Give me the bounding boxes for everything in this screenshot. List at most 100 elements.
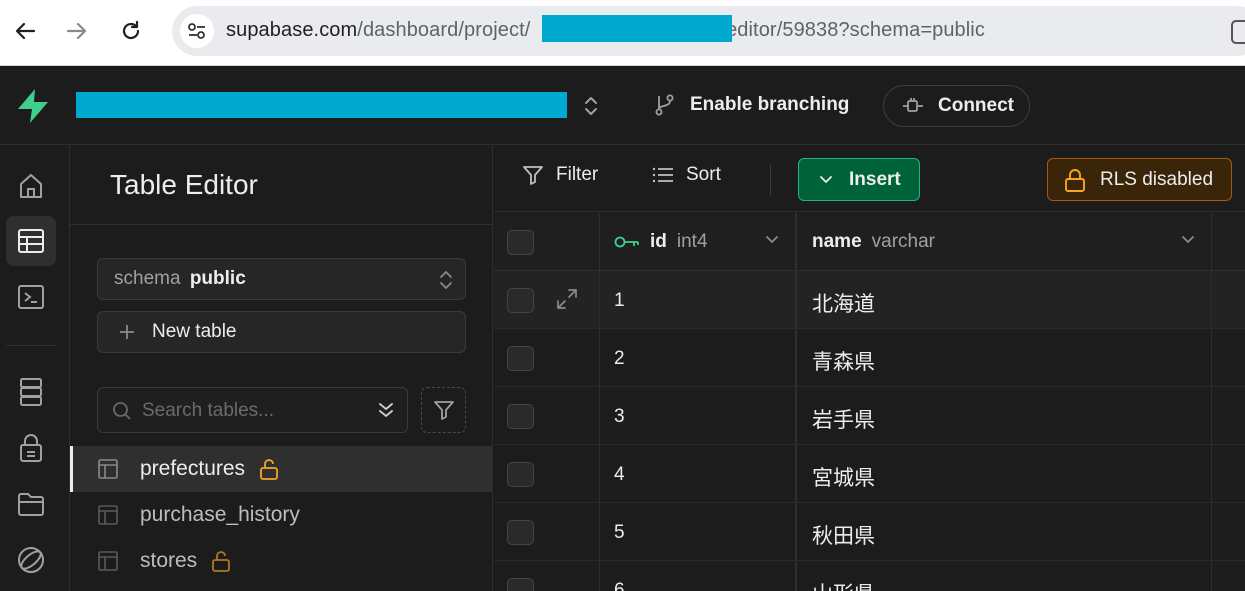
row-checkbox[interactable] bbox=[507, 578, 534, 591]
git-branch-icon bbox=[655, 94, 674, 116]
filter-icon bbox=[433, 401, 454, 420]
chevron-down-icon[interactable] bbox=[765, 235, 779, 245]
table-row[interactable]: 1 北海道 bbox=[494, 271, 1245, 329]
rail-realtime[interactable] bbox=[6, 535, 56, 585]
list-icon bbox=[652, 167, 673, 183]
column-header-name[interactable]: name varchar bbox=[798, 213, 1212, 270]
unlock-icon bbox=[212, 551, 231, 572]
column-type: varchar bbox=[871, 231, 935, 252]
chevrons-down-icon[interactable] bbox=[377, 400, 395, 420]
sidebar-item-purchase-history[interactable]: purchase_history bbox=[70, 492, 492, 538]
sort-button[interactable]: Sort bbox=[652, 164, 721, 186]
url-path-suffix: /editor/59838?schema=public bbox=[720, 19, 985, 41]
grid-toolbar: Filter Sort Insert RLS disabled bbox=[494, 146, 1245, 212]
home-icon bbox=[20, 174, 42, 198]
cell-id[interactable]: 6 bbox=[600, 561, 797, 591]
row-checkbox[interactable] bbox=[507, 404, 534, 429]
browser-toolbar: supabase.com/dashboard/project/ /editor/5… bbox=[0, 0, 1245, 66]
schema-value: public bbox=[189, 268, 246, 289]
table-row[interactable]: 2 青森県 bbox=[494, 329, 1245, 387]
table-search-box[interactable] bbox=[97, 387, 408, 433]
cell-id[interactable]: 1 bbox=[600, 271, 797, 328]
cell-name[interactable]: 秋田県 bbox=[798, 503, 1212, 560]
terminal-icon bbox=[18, 285, 44, 309]
plug-icon bbox=[903, 98, 923, 112]
row-checkbox[interactable] bbox=[507, 462, 534, 487]
select-all-checkbox[interactable] bbox=[507, 230, 534, 255]
table-row[interactable]: 3 岩手県 bbox=[494, 387, 1245, 445]
table-icon bbox=[98, 459, 118, 479]
chevron-down-icon[interactable] bbox=[1181, 235, 1195, 245]
insert-button[interactable]: Insert bbox=[798, 158, 920, 201]
schema-selector[interactable]: schema public bbox=[97, 258, 466, 300]
table-icon bbox=[98, 505, 118, 525]
cell-id[interactable]: 4 bbox=[600, 445, 797, 502]
realtime-icon bbox=[18, 547, 44, 573]
table-icon bbox=[98, 551, 118, 571]
sidebar-divider bbox=[70, 224, 493, 225]
reload-icon[interactable] bbox=[114, 14, 148, 48]
data-grid: id int4 name varchar 1 北海道 2 青森県 3 岩手県 4… bbox=[494, 213, 1245, 591]
table-row[interactable]: 6 山形県 bbox=[494, 561, 1245, 591]
chevron-updown-icon bbox=[439, 270, 453, 296]
rail-sql-editor[interactable] bbox=[6, 272, 56, 322]
column-name: name bbox=[812, 231, 862, 252]
cell-name[interactable]: 北海道 bbox=[798, 271, 1212, 328]
forward-icon[interactable] bbox=[60, 14, 94, 48]
rail-database[interactable] bbox=[6, 367, 56, 417]
table-filter-button[interactable] bbox=[421, 387, 466, 433]
row-checkbox[interactable] bbox=[507, 288, 534, 313]
new-table-label: New table bbox=[152, 321, 237, 342]
url-path-prefix: /dashboard/project/ bbox=[357, 19, 531, 41]
rail-home[interactable] bbox=[6, 161, 56, 211]
rls-disabled-button[interactable]: RLS disabled bbox=[1047, 158, 1232, 201]
chevron-down-icon bbox=[820, 175, 832, 183]
lock-icon bbox=[20, 434, 42, 462]
table-grid-area: Filter Sort Insert RLS disabled id int4 … bbox=[494, 146, 1245, 591]
plus-icon bbox=[120, 325, 134, 339]
table-editor-sidebar: Table Editor schema public New table pre… bbox=[70, 146, 493, 591]
table-row[interactable]: 5 秋田県 bbox=[494, 503, 1245, 561]
rail-auth[interactable] bbox=[6, 423, 56, 473]
table-name: stores bbox=[140, 549, 198, 572]
extension-icon[interactable] bbox=[1231, 20, 1245, 44]
project-name-redacted[interactable] bbox=[76, 92, 567, 118]
row-checkbox[interactable] bbox=[507, 520, 534, 545]
supabase-logo-icon[interactable] bbox=[14, 87, 52, 130]
project-switcher-chevron-icon[interactable] bbox=[582, 94, 600, 123]
cell-name[interactable]: 青森県 bbox=[798, 329, 1212, 386]
new-table-button[interactable]: New table bbox=[97, 311, 466, 353]
back-icon[interactable] bbox=[8, 14, 42, 48]
address-bar[interactable]: supabase.com/dashboard/project/ /editor/5… bbox=[172, 6, 1245, 56]
main-nav-rail bbox=[0, 146, 70, 591]
sidebar-item-stores[interactable]: stores bbox=[70, 538, 492, 584]
rail-table-editor[interactable] bbox=[6, 216, 56, 266]
folder-icon bbox=[18, 493, 44, 516]
rls-label: RLS disabled bbox=[1100, 168, 1214, 190]
cell-name[interactable]: 宮城県 bbox=[798, 445, 1212, 502]
expand-row-icon[interactable] bbox=[556, 288, 578, 310]
filter-button[interactable]: Filter bbox=[522, 164, 598, 186]
redacted-project-id bbox=[542, 15, 732, 42]
search-icon bbox=[113, 402, 131, 420]
cell-id[interactable]: 5 bbox=[600, 503, 797, 560]
enable-branching-button[interactable]: Enable branching bbox=[654, 93, 849, 117]
cell-id[interactable]: 2 bbox=[600, 329, 797, 386]
rail-storage[interactable] bbox=[6, 479, 56, 529]
rail-divider bbox=[6, 345, 56, 346]
sidebar-item-prefectures[interactable]: prefectures bbox=[70, 446, 492, 492]
table-name: purchase_history bbox=[140, 503, 300, 526]
sort-label: Sort bbox=[686, 164, 721, 185]
grid-header-row: id int4 name varchar bbox=[494, 213, 1245, 271]
search-input[interactable] bbox=[142, 398, 362, 424]
connect-button[interactable]: Connect bbox=[883, 85, 1030, 127]
cell-id[interactable]: 3 bbox=[600, 387, 797, 444]
unlock-icon bbox=[1065, 168, 1085, 192]
cell-name[interactable]: 岩手県 bbox=[798, 387, 1212, 444]
site-info-icon[interactable] bbox=[180, 14, 214, 48]
cell-name[interactable]: 山形県 bbox=[798, 561, 1212, 591]
row-checkbox[interactable] bbox=[507, 346, 534, 371]
column-header-id[interactable]: id int4 bbox=[600, 213, 797, 270]
toolbar-divider bbox=[770, 164, 771, 196]
table-row[interactable]: 4 宮城県 bbox=[494, 445, 1245, 503]
